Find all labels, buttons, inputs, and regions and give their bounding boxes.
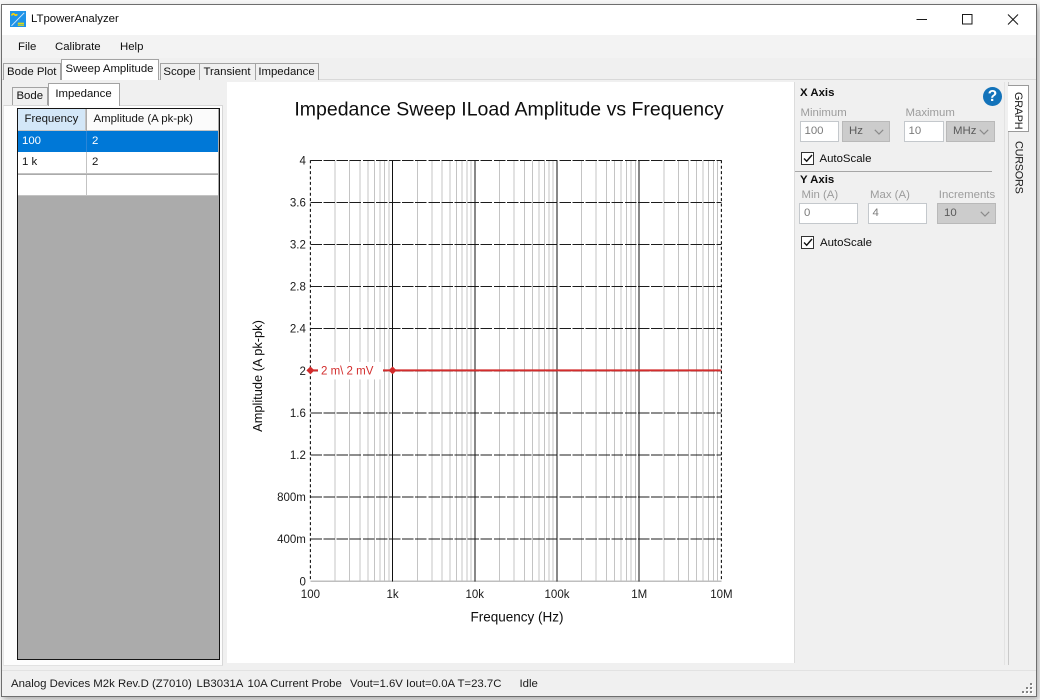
svg-text:Amplitude (A pk-pk): Amplitude (A pk-pk) [250, 320, 265, 432]
svg-text:0: 0 [299, 576, 305, 588]
svg-text:Impedance Sweep ILoad Amplitud: Impedance Sweep ILoad Amplitude vs Frequ… [294, 99, 724, 121]
svg-text:2.8: 2.8 [290, 282, 306, 294]
svg-text:2 m\ 2 mV: 2 m\ 2 mV [321, 366, 374, 378]
svg-text:10k: 10k [466, 589, 485, 601]
svg-text:800m: 800m [277, 492, 306, 504]
svg-text:3.2: 3.2 [290, 240, 306, 252]
svg-text:2: 2 [299, 366, 305, 378]
svg-text:1M: 1M [631, 589, 647, 601]
svg-text:1k: 1k [387, 589, 399, 601]
svg-text:1.2: 1.2 [290, 450, 306, 462]
svg-text:4: 4 [299, 155, 306, 167]
svg-text:100: 100 [301, 589, 320, 601]
svg-text:Frequency (Hz): Frequency (Hz) [470, 610, 563, 625]
svg-text:1.6: 1.6 [290, 408, 306, 420]
svg-text:2.4: 2.4 [290, 324, 307, 336]
svg-text:400m: 400m [277, 534, 306, 546]
svg-text:10M: 10M [710, 589, 732, 601]
svg-text:100k: 100k [545, 589, 570, 601]
svg-text:3.6: 3.6 [290, 197, 306, 209]
